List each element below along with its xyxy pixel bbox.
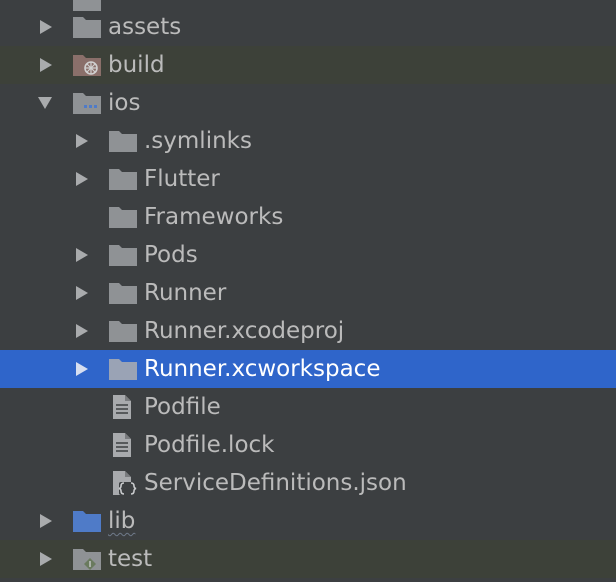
folder-icon	[109, 359, 137, 380]
chevron-down-icon[interactable]	[37, 95, 53, 111]
tree-item-label: assets	[108, 14, 182, 40]
folder-icon	[73, 17, 101, 38]
chevron-right-icon[interactable]	[74, 361, 90, 377]
tree-item-build[interactable]: build	[0, 46, 616, 84]
excluded-folder-icon	[73, 55, 101, 76]
tree-item-label: Podfile	[144, 394, 221, 420]
chevron-right-icon[interactable]	[38, 513, 54, 529]
tree-item-podfile-lock[interactable]: Podfile.lock	[0, 426, 616, 464]
tree-item-assets[interactable]: assets	[0, 8, 616, 46]
tree-item-label: .symlinks	[144, 128, 252, 154]
text-file-icon	[113, 433, 131, 457]
tree-item-label: Flutter	[144, 166, 220, 192]
tree-item-test[interactable]: test	[0, 540, 616, 578]
chevron-right-icon[interactable]	[74, 285, 90, 301]
tree-item-label: ServiceDefinitions.json	[144, 470, 407, 496]
module-folder-icon	[73, 93, 101, 114]
folder-icon	[109, 321, 137, 342]
folder-icon	[109, 207, 137, 228]
tree-item-pods[interactable]: Pods	[0, 236, 616, 274]
tree-item-label: Runner.xcworkspace	[144, 356, 381, 382]
tree-item-flutter[interactable]: Flutter	[0, 160, 616, 198]
folder-icon	[109, 169, 137, 190]
tree-item-podfile[interactable]: Podfile	[0, 388, 616, 426]
tree-item-label: build	[108, 52, 165, 78]
tree-item-service-definitions-json[interactable]: ServiceDefinitions.json	[0, 464, 616, 502]
chevron-right-icon[interactable]	[38, 19, 54, 35]
chevron-right-icon[interactable]	[38, 551, 54, 567]
folder-icon	[109, 131, 137, 152]
tree-item-label: Podfile.lock	[144, 432, 275, 458]
tree-item-label: test	[108, 546, 153, 572]
chevron-right-icon[interactable]	[74, 171, 90, 187]
tree-item-label: Runner	[144, 280, 227, 306]
tree-item-label: Pods	[144, 242, 198, 268]
tree-item-frameworks[interactable]: Frameworks	[0, 198, 616, 236]
tree-item-label: lib	[108, 508, 136, 534]
tree-item-symlinks[interactable]: .symlinks	[0, 122, 616, 160]
text-file-icon	[113, 395, 131, 419]
tree-item-label: ios	[108, 90, 141, 116]
tree-item-ios[interactable]: ios	[0, 84, 616, 122]
folder-icon	[109, 245, 137, 266]
tree-item-label: Frameworks	[144, 204, 284, 230]
chevron-right-icon[interactable]	[74, 247, 90, 263]
tree-item-runner-xcodeproj[interactable]: Runner.xcodeproj	[0, 312, 616, 350]
chevron-right-icon[interactable]	[38, 57, 54, 73]
chevron-right-icon[interactable]	[74, 323, 90, 339]
tree-item-lib[interactable]: lib	[0, 502, 616, 540]
json-file-icon	[113, 471, 137, 495]
project-tree: assets build ios .symlinks Flutter Frame…	[0, 0, 616, 582]
source-folder-icon	[73, 511, 101, 532]
test-folder-icon	[73, 549, 101, 570]
tree-item-runner[interactable]: Runner	[0, 274, 616, 312]
tree-item-runner-xcworkspace[interactable]: Runner.xcworkspace	[0, 350, 616, 388]
tree-item-label: Runner.xcodeproj	[144, 318, 345, 344]
chevron-right-icon[interactable]	[74, 133, 90, 149]
folder-icon	[109, 283, 137, 304]
